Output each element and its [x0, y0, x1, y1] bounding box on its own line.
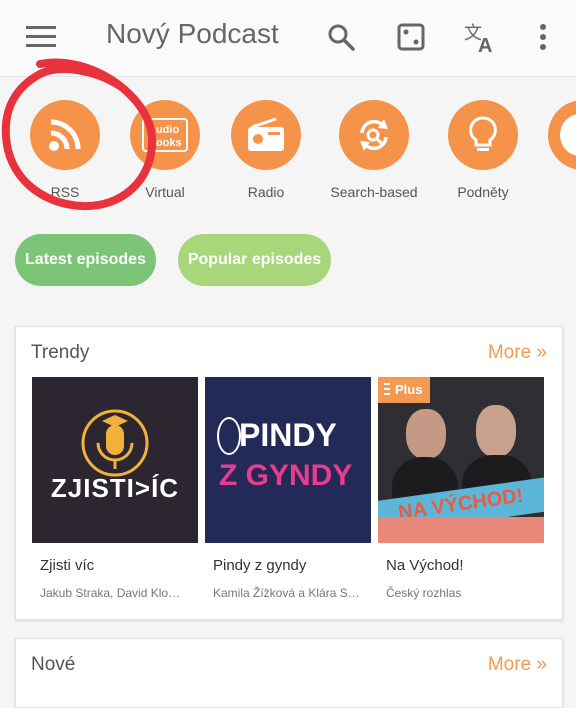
podcast-name: Pindy z gyndy [213, 557, 307, 574]
rss-icon [30, 100, 100, 170]
podcast-cover: PINDY Z GYNDY [205, 377, 371, 543]
category-radio[interactable]: Radio [211, 100, 321, 200]
random-dice-icon[interactable] [394, 20, 428, 54]
trending-title: Trendy [31, 342, 90, 363]
translate-icon[interactable]: 文A [462, 18, 500, 56]
podcast-cover: Plus NA VÝCHOD! [378, 377, 544, 543]
category-label: Virtual [145, 184, 185, 200]
search-refresh-icon [339, 100, 409, 170]
podcast-item[interactable]: PINDY Z GYNDY Pindy z gyndy Kamila Žížko… [205, 377, 371, 600]
radio-icon [231, 100, 301, 170]
popular-episodes-chip[interactable]: Popular episodes [178, 234, 331, 286]
category-label: RSS [50, 184, 80, 200]
plus-badge: Plus [378, 377, 430, 403]
category-label: Radio [247, 184, 285, 200]
category-partial-inner [560, 114, 576, 156]
category-podnety[interactable]: Podněty [428, 100, 538, 200]
cover-text: ZJISTI>ÍC [50, 473, 180, 503]
more-vert-icon[interactable] [530, 20, 556, 54]
trending-card: Trendy More » ZJISTI>ÍC Zjisti víc Jakub… [15, 326, 563, 620]
svg-text:Audio: Audio [148, 124, 179, 136]
category-virtual[interactable]: Audio Books Virtual [110, 100, 220, 200]
app-title: Nový Podcast [106, 18, 279, 49]
person-head [476, 405, 516, 457]
category-label: Search-based [330, 184, 418, 200]
cover-text: Z GYNDY [219, 459, 353, 492]
search-icon[interactable] [324, 20, 358, 54]
badge-text: Plus [395, 382, 423, 397]
podcast-author: Kamila Žížková a Klára S… [213, 586, 360, 600]
category-label: Podněty [457, 184, 509, 200]
latest-episodes-chip[interactable]: Latest episodes [15, 234, 156, 286]
podcast-author: Jakub Straka, David Klo… [40, 586, 181, 600]
person-head [406, 409, 446, 459]
cover-text: PINDY [239, 417, 337, 453]
podcast-cover: ZJISTI>ÍC [32, 377, 198, 543]
podcast-author: Český rozhlas [386, 586, 462, 600]
category-row: RSS Audio Books Virtual Radio Search-base… [0, 100, 576, 210]
svg-text:Books: Books [148, 137, 182, 149]
trending-more-link[interactable]: More » [488, 342, 547, 364]
podcast-name: Na Východ! [386, 557, 464, 574]
category-search-based[interactable]: Search-based [319, 100, 429, 200]
app-bar: Nový Podcast 文A [0, 0, 576, 77]
new-more-link[interactable]: More » [488, 654, 547, 676]
lightbulb-icon [448, 100, 518, 170]
category-rss[interactable]: RSS [10, 100, 120, 200]
podcast-item[interactable]: Plus NA VÝCHOD! Na Východ! Český rozhlas [378, 377, 544, 600]
badge-lines-icon [384, 383, 390, 385]
podcast-name: Zjisti víc [40, 557, 95, 574]
audiobooks-icon: Audio Books [130, 100, 200, 170]
cover-stripe [378, 517, 544, 543]
svg-text:A: A [478, 35, 492, 53]
hamburger-menu-icon[interactable] [22, 22, 60, 52]
new-title: Nové [31, 654, 76, 675]
category-partial[interactable] [548, 100, 576, 170]
microphone-icon [81, 409, 149, 477]
podcast-item[interactable]: ZJISTI>ÍC Zjisti víc Jakub Straka, David… [32, 377, 198, 600]
cover-ornament [217, 417, 241, 455]
new-card: Nové More » [15, 638, 563, 708]
